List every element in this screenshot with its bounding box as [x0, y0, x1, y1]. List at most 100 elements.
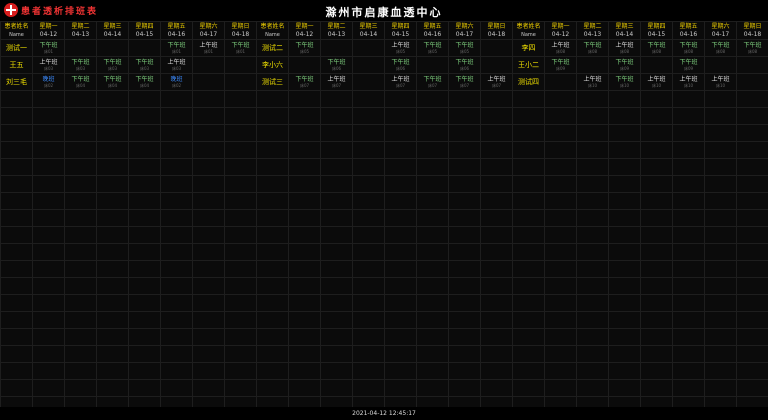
patient-name-cell[interactable]: 王五 [0, 56, 33, 74]
schedule-cell[interactable]: 上午班 床03 [32, 56, 65, 74]
schedule-cell [672, 294, 705, 312]
schedule-cell [544, 107, 577, 125]
table-row [0, 362, 768, 380]
schedule-cell[interactable]: 下午班 床07 [288, 73, 321, 91]
schedule-cell[interactable]: 下午班 床08 [640, 39, 673, 57]
schedule-cell [448, 175, 481, 193]
bed-label: 床05 [427, 48, 438, 54]
schedule-cell[interactable]: 上午班 床10 [640, 73, 673, 91]
date-label: 04-15 [135, 30, 154, 38]
schedule-cell[interactable]: 上午班 床08 [544, 39, 577, 57]
schedule-cell[interactable]: 晚班 床02 [32, 73, 65, 91]
schedule-cell[interactable]: 上午班 床10 [672, 73, 705, 91]
schedule-cell [288, 379, 321, 397]
schedule-cell [192, 362, 225, 380]
schedule-cell[interactable]: 下午班 床04 [96, 73, 129, 91]
schedule-cell [32, 90, 65, 108]
schedule-cell [96, 209, 129, 227]
schedule-cell[interactable]: 下午班 床10 [608, 73, 641, 91]
schedule-cell [704, 226, 737, 244]
day-label: 星期五 [679, 22, 698, 30]
shift-label: 晚班 [170, 75, 183, 83]
patient-name-cell[interactable]: 李四 [512, 39, 545, 57]
schedule-cell [736, 260, 768, 278]
schedule-cell[interactable]: 上午班 床08 [608, 39, 641, 57]
schedule-cell [288, 277, 321, 295]
patient-name-cell[interactable]: 王小二 [512, 56, 545, 74]
schedule-cell[interactable]: 下午班 床06 [320, 56, 353, 74]
patient-name-cell[interactable]: 李小六 [256, 56, 289, 74]
schedule-cell [448, 141, 481, 159]
shift-label: 下午班 [103, 75, 122, 83]
table-row: 刘三毛 晚班 床02 下午班 床04 下午班 床04 下午班 床04 晚班 床02 测试三 下午班 床07… [0, 73, 768, 91]
schedule-cell [160, 192, 193, 210]
schedule-cell[interactable]: 上午班 床01 [192, 39, 225, 57]
schedule-cell[interactable]: 下午班 床06 [384, 56, 417, 74]
schedule-cell[interactable]: 下午班 床06 [448, 56, 481, 74]
date-label: 04-13 [327, 30, 346, 38]
schedule-cell[interactable]: 下午班 床03 [96, 56, 129, 74]
date-label: 04-13 [71, 30, 90, 38]
table-row [0, 158, 768, 176]
schedule-cell[interactable]: 下午班 床08 [672, 39, 705, 57]
schedule-cell [160, 90, 193, 108]
schedule-cell [224, 192, 257, 210]
schedule-cell [480, 124, 513, 142]
schedule-cell [352, 345, 385, 363]
patient-name: 测试二 [262, 44, 283, 52]
schedule-cell[interactable]: 下午班 床07 [416, 73, 449, 91]
schedule-cell[interactable]: 下午班 床03 [128, 56, 161, 74]
schedule-cell [704, 192, 737, 210]
header-day-1: 星期一 04-12 [544, 21, 577, 40]
schedule-cell[interactable]: 下午班 床03 [64, 56, 97, 74]
bed-label: 床07 [459, 82, 470, 88]
schedule-cell[interactable]: 上午班 床07 [480, 73, 513, 91]
patient-name-cell[interactable]: 测试一 [0, 39, 33, 57]
patient-name-cell[interactable]: 测试二 [256, 39, 289, 57]
schedule-cell[interactable]: 上午班 床03 [160, 56, 193, 74]
bed-label: 床04 [107, 82, 118, 88]
table-row [0, 141, 768, 159]
bed-label: 床07 [299, 82, 310, 88]
schedule-cell [736, 294, 768, 312]
schedule-cell[interactable]: 下午班 床04 [128, 73, 161, 91]
patient-name-cell [512, 107, 545, 125]
schedule-cell[interactable]: 下午班 床04 [64, 73, 97, 91]
patient-name-cell [0, 226, 33, 244]
schedule-cell [640, 260, 673, 278]
schedule-cell[interactable]: 下午班 床05 [288, 39, 321, 57]
schedule-cell[interactable]: 上午班 床10 [704, 73, 737, 91]
schedule-cell[interactable]: 下午班 床08 [704, 39, 737, 57]
schedule-cell[interactable]: 下午班 床05 [416, 39, 449, 57]
schedule-cell[interactable]: 下午班 床07 [448, 73, 481, 91]
patient-name-cell [256, 277, 289, 295]
day-label: 星期六 [199, 22, 218, 30]
schedule-cell[interactable]: 下午班 床09 [608, 56, 641, 74]
schedule-cell [384, 243, 417, 261]
schedule-cell [128, 243, 161, 261]
schedule-cell [64, 294, 97, 312]
patient-name-cell[interactable]: 测试三 [256, 73, 289, 91]
patient-name-cell[interactable]: 刘三毛 [0, 73, 33, 91]
schedule-cell [576, 277, 609, 295]
schedule-grid: 患者姓名 Name 星期一 04-12 星期二 04-13 星期三 04-14 星期四 04-15… [0, 21, 768, 414]
schedule-cell[interactable]: 下午班 床01 [224, 39, 257, 57]
schedule-cell[interactable]: 下午班 床01 [32, 39, 65, 57]
schedule-cell[interactable]: 下午班 床08 [736, 39, 768, 57]
schedule-cell[interactable]: 上午班 床07 [384, 73, 417, 91]
schedule-cell[interactable]: 下午班 床05 [448, 39, 481, 57]
bed-label: 床09 [619, 65, 630, 71]
schedule-cell[interactable]: 下午班 床01 [160, 39, 193, 57]
table-row [0, 243, 768, 261]
patient-name-cell[interactable]: 测试四 [512, 73, 545, 91]
schedule-cell[interactable]: 上午班 床05 [384, 39, 417, 57]
schedule-cell[interactable]: 上午班 床10 [576, 73, 609, 91]
schedule-cell[interactable]: 下午班 床09 [544, 56, 577, 74]
schedule-cell[interactable]: 上午班 床07 [320, 73, 353, 91]
schedule-cell [480, 209, 513, 227]
schedule-cell [160, 107, 193, 125]
shift-label: 下午班 [295, 75, 314, 83]
schedule-cell[interactable]: 下午班 床08 [576, 39, 609, 57]
schedule-cell[interactable]: 晚班 床02 [160, 73, 193, 91]
schedule-cell[interactable]: 下午班 床09 [672, 56, 705, 74]
